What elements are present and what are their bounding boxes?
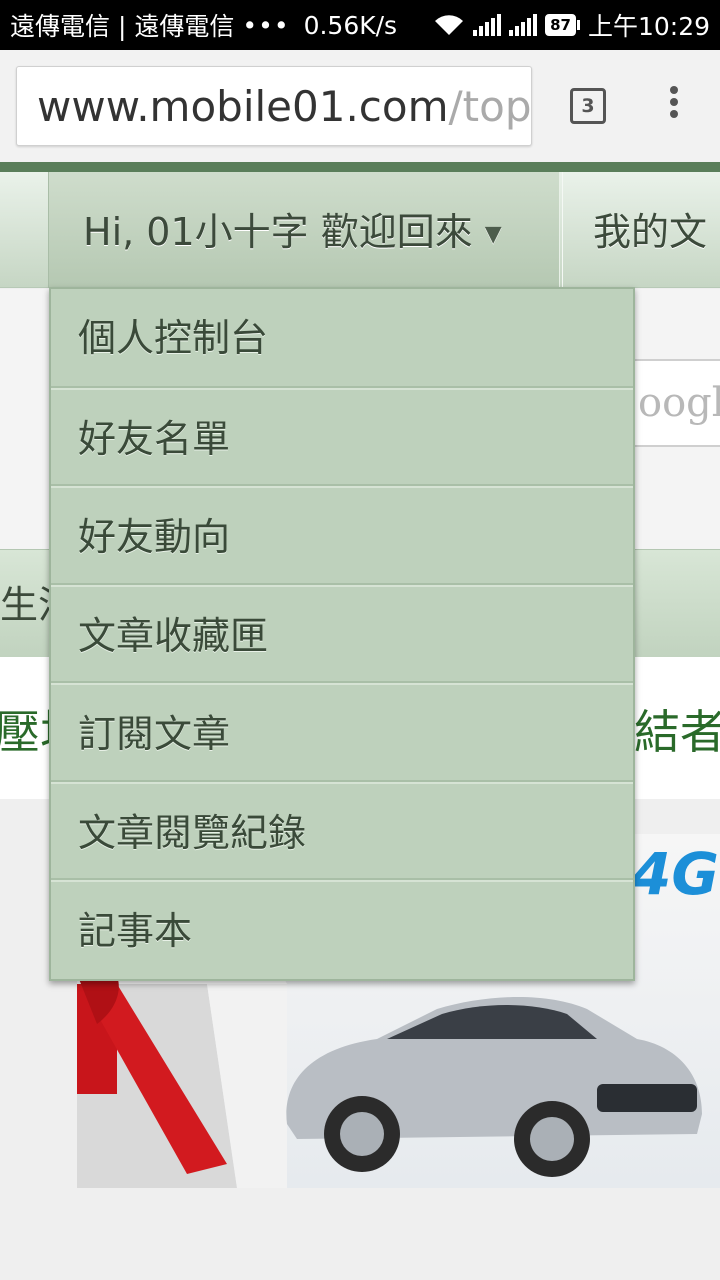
url-host: www.mobile01.com: [37, 82, 449, 131]
signal-icon: [473, 14, 502, 36]
status-bar: 遠傳電信 | 遠傳電信 ••• 0.56K/s 87 上午10:29: [0, 0, 720, 50]
overflow-menu-icon[interactable]: [666, 86, 682, 126]
url-path: /topic: [448, 82, 532, 131]
menu-item-subscriptions[interactable]: 訂閱文章: [51, 683, 633, 782]
wifi-icon: [435, 15, 464, 35]
battery-icon: 87: [545, 14, 580, 36]
headline-right-text[interactable]: 結者: [634, 657, 720, 807]
more-notifications-icon: •••: [242, 10, 290, 40]
menu-item-friend-activity[interactable]: 好友動向: [51, 486, 633, 585]
user-greeting: Hi, 01小十字 歡迎回來: [83, 210, 473, 254]
menu-item-notepad[interactable]: 記事本: [51, 880, 633, 979]
tab-switcher-button[interactable]: 3: [570, 88, 606, 124]
battery-level: 87: [545, 14, 576, 36]
carrier-label: 遠傳電信 | 遠傳電信: [10, 12, 235, 41]
top-divider: [0, 162, 720, 172]
menu-item-control-panel[interactable]: 個人控制台: [51, 289, 633, 388]
browser-toolbar: www.mobile01.com/topic 3: [0, 50, 720, 162]
menu-item-saved-posts[interactable]: 文章收藏匣: [51, 584, 633, 683]
google-search-input[interactable]: oogl: [632, 359, 720, 447]
menu-item-reading-history[interactable]: 文章閱覽紀錄: [51, 781, 633, 880]
user-dropdown-menu: 個人控制台 好友名單 好友動向 文章收藏匣 訂閱文章 文章閱覽紀錄 記事本: [49, 287, 635, 981]
caret-down-icon: ▼: [484, 221, 502, 247]
url-bar[interactable]: www.mobile01.com/topic: [16, 66, 532, 146]
site-nav: Hi, 01小十字 歡迎回來 ▼ 我的文: [0, 172, 720, 288]
nav-my-posts[interactable]: 我的文: [562, 172, 720, 288]
clock: 上午10:29: [587, 12, 710, 41]
web-page: Hi, 01小十字 歡迎回來 ▼ 我的文 oogl 生活 壓垃 結者 4G 個人…: [0, 162, 720, 1280]
menu-item-friend-list[interactable]: 好友名單: [51, 387, 633, 486]
ad-brand-text: 4G: [631, 840, 719, 908]
user-menu-toggle[interactable]: Hi, 01小十字 歡迎回來 ▼: [48, 172, 560, 288]
network-speed: 0.56K/s: [303, 10, 398, 40]
signal-icon-2: [509, 14, 538, 36]
